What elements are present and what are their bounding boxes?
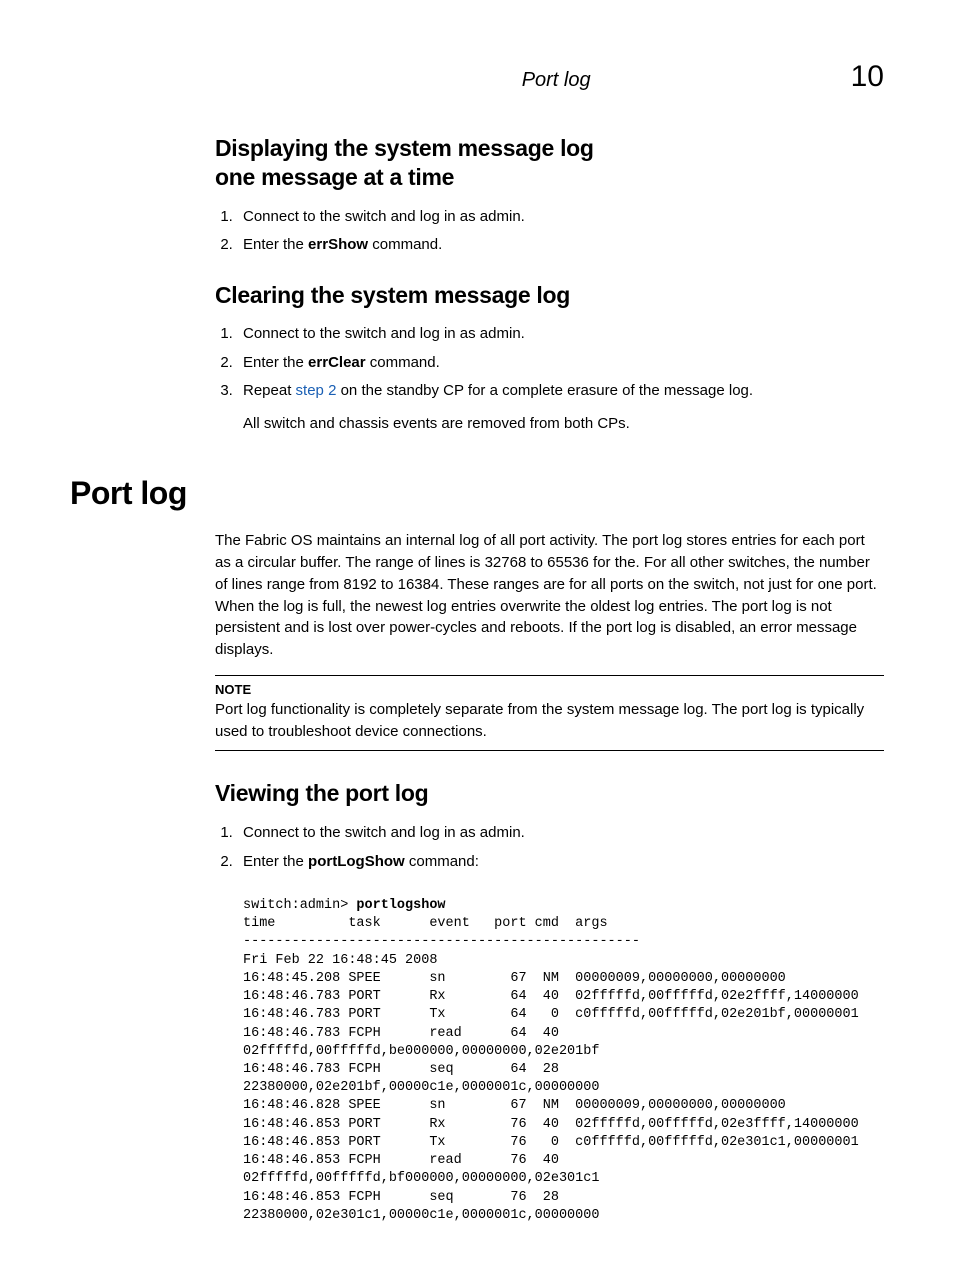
console-command: portlogshow [356,898,445,913]
heading-line1: Displaying the system message log [215,135,594,161]
step: Connect to the switch and log in as admi… [237,323,884,346]
note-text: Port log functionality is completely sep… [215,699,884,743]
steps-viewing-port-log: Connect to the switch and log in as admi… [215,822,884,873]
running-header: Port log 10 [70,60,884,94]
heading-display-syslog: Displaying the system message log one me… [215,134,884,192]
step: Connect to the switch and log in as admi… [237,822,884,845]
command-name: portLogShow [308,853,405,870]
running-title: Port log [522,69,591,92]
paragraph: The Fabric OS maintains an internal log … [215,530,884,661]
note-block: NOTE Port log functionality is completel… [215,675,884,752]
xref-link[interactable]: step 2 [296,382,337,399]
note-label: NOTE [215,682,884,697]
steps-clear-syslog: Connect to the switch and log in as admi… [215,323,884,435]
command-name: errClear [308,354,366,371]
heading-line2: one message at a time [215,164,454,190]
step: Enter the portLogShow command: [237,851,884,874]
step-result: All switch and chassis events are remove… [243,413,884,436]
heading-viewing-port-log: Viewing the port log [215,779,884,808]
steps-display-syslog: Connect to the switch and log in as admi… [215,206,884,257]
console-output: switch:admin> portlogshow time task even… [243,897,884,1225]
step: Repeat step 2 on the standby CP for a co… [237,380,884,435]
console-body: time task event port cmd args ----------… [243,916,859,1223]
step: Connect to the switch and log in as admi… [237,206,884,229]
step: Enter the errClear command. [237,352,884,375]
heading-clear-syslog: Clearing the system message log [215,281,884,310]
chapter-number: 10 [851,60,884,94]
command-name: errShow [308,236,368,253]
console-prompt: switch:admin> [243,898,356,913]
step: Enter the errShow command. [237,234,884,257]
heading-port-log: Port log [70,475,884,512]
